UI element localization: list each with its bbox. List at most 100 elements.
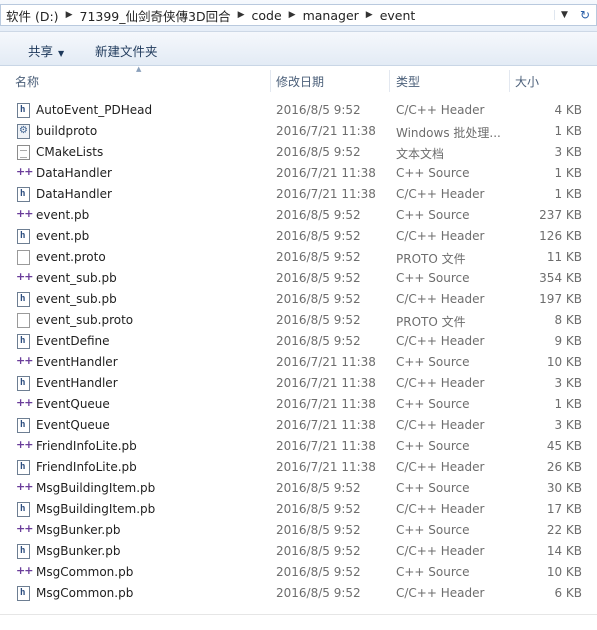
file-date: 2016/8/5 9:52 — [276, 271, 361, 285]
file-row[interactable]: ⚙ buildproto 2016/7/21 11:38 Windows 批处理...… — [0, 121, 597, 142]
breadcrumb-project[interactable]: 71399_仙剑奇侠傳3D回合 — [75, 6, 236, 25]
file-date: 2016/7/21 11:38 — [276, 418, 376, 432]
file-row[interactable]: ++ event.pb 2016/8/5 9:52 C++ Source 237 KB — [0, 205, 597, 226]
file-size: 11 KB — [546, 250, 582, 264]
file-row[interactable]: h FriendInfoLite.pb 2016/7/21 11:38 C/C++ H… — [0, 457, 597, 478]
file-row[interactable]: event.proto 2016/8/5 9:52 PROTO 文件 11 KB — [0, 247, 597, 268]
file-name: AutoEvent_PDHead — [36, 103, 153, 117]
breadcrumb-arrow-icon[interactable]: ▶ — [64, 10, 75, 20]
file-size: 17 KB — [546, 502, 582, 516]
file-name: MsgBunker.pb — [36, 523, 121, 537]
sort-indicator-icon: ▲ — [136, 65, 142, 73]
file-row[interactable]: h MsgBuildingItem.pb 2016/8/5 9:52 C/C++ He… — [0, 499, 597, 520]
column-name[interactable]: 名称 — [15, 73, 39, 90]
file-date: 2016/8/5 9:52 — [276, 250, 361, 264]
file-type: PROTO 文件 — [396, 252, 466, 266]
file-size: 30 KB — [546, 481, 582, 495]
source-file-icon: ++ — [16, 480, 33, 493]
column-divider[interactable] — [509, 70, 510, 92]
file-row[interactable]: ++ event_sub.pb 2016/8/5 9:52 C++ Source 354… — [0, 268, 597, 289]
file-row[interactable]: h EventQueue 2016/7/21 11:38 C/C++ Header 3 … — [0, 415, 597, 436]
file-row[interactable]: ++ EventQueue 2016/7/21 11:38 C++ Source 1 K… — [0, 394, 597, 415]
file-size: 4 KB — [554, 103, 582, 117]
file-name: MsgCommon.pb — [36, 565, 134, 579]
address-dropdown-icon[interactable]: ▼ — [554, 10, 574, 20]
file-row[interactable]: h EventHandler 2016/7/21 11:38 C/C++ Header… — [0, 373, 597, 394]
source-file-icon: ++ — [16, 564, 33, 577]
file-row[interactable]: ++ DataHandler 2016/7/21 11:38 C++ Source 1 … — [0, 163, 597, 184]
file-row[interactable]: ++ MsgBunker.pb 2016/8/5 9:52 C++ Source 22 … — [0, 520, 597, 541]
file-row[interactable]: h MsgBunker.pb 2016/8/5 9:52 C/C++ Header 14… — [0, 541, 597, 562]
file-date: 2016/8/5 9:52 — [276, 565, 361, 579]
breadcrumb-code[interactable]: code — [247, 8, 287, 23]
file-name: event_sub.proto — [36, 313, 134, 327]
file-size: 10 KB — [546, 355, 582, 369]
column-date[interactable]: 修改日期 — [276, 73, 324, 90]
breadcrumb[interactable]: 软件 (D:) ▶ 71399_仙剑奇侠傳3D回合 ▶ code ▶ manag… — [0, 4, 597, 26]
file-row[interactable]: ++ EventHandler 2016/7/21 11:38 C++ Source 1… — [0, 352, 597, 373]
file-name: EventQueue — [36, 418, 110, 432]
share-button[interactable]: 共享 ▼ — [28, 41, 64, 60]
column-divider[interactable] — [389, 70, 390, 92]
file-row[interactable]: h event_sub.pb 2016/8/5 9:52 C/C++ Header 19… — [0, 289, 597, 310]
breadcrumb-arrow-icon[interactable]: ▶ — [236, 10, 247, 20]
file-name: EventQueue — [36, 397, 110, 411]
file-row[interactable]: ++ MsgCommon.pb 2016/8/5 9:52 C++ Source 10 … — [0, 562, 597, 583]
file-row[interactable]: h MsgCommon.pb 2016/8/5 9:52 C/C++ Header 6 … — [0, 583, 597, 604]
text-file-icon — [17, 145, 30, 160]
blank-file-icon — [17, 313, 30, 328]
breadcrumb-manager[interactable]: manager — [298, 8, 364, 23]
file-type: C/C++ Header — [396, 292, 485, 306]
file-type: C++ Source — [396, 523, 470, 537]
file-row[interactable]: ++ MsgBuildingItem.pb 2016/8/5 9:52 C++ Sou… — [0, 478, 597, 499]
file-name: event.pb — [36, 229, 90, 243]
header-file-icon: h — [17, 544, 30, 559]
file-size: 1 KB — [554, 397, 582, 411]
file-size: 10 KB — [546, 565, 582, 579]
file-date: 2016/8/5 9:52 — [276, 313, 361, 327]
file-date: 2016/7/21 11:38 — [276, 187, 376, 201]
file-type: C++ Source — [396, 439, 470, 453]
breadcrumb-drive[interactable]: 软件 (D:) — [1, 6, 64, 25]
horizontal-scroll-area[interactable] — [0, 614, 597, 630]
file-type: C++ Source — [396, 166, 470, 180]
address-bar-area: 软件 (D:) ▶ 71399_仙剑奇侠傳3D回合 ▶ code ▶ manag… — [0, 0, 597, 32]
file-date: 2016/8/5 9:52 — [276, 292, 361, 306]
column-header: ▲ 名称 修改日期 类型 大小 — [0, 65, 597, 94]
new-folder-button[interactable]: 新建文件夹 — [95, 41, 158, 60]
file-row[interactable]: h event.pb 2016/8/5 9:52 C/C++ Header 126 KB — [0, 226, 597, 247]
file-size: 45 KB — [546, 439, 582, 453]
file-row[interactable]: CMakeLists 2016/8/5 9:52 文本文档 3 KB — [0, 142, 597, 163]
breadcrumb-arrow-icon[interactable]: ▶ — [364, 10, 375, 20]
column-type[interactable]: 类型 — [396, 73, 420, 90]
column-size[interactable]: 大小 — [515, 73, 539, 90]
file-row[interactable]: ++ FriendInfoLite.pb 2016/7/21 11:38 C++ So… — [0, 436, 597, 457]
file-size: 1 KB — [554, 124, 582, 138]
batch-file-icon: ⚙ — [17, 124, 30, 139]
file-date: 2016/8/5 9:52 — [276, 523, 361, 537]
source-file-icon: ++ — [16, 165, 33, 178]
header-file-icon: h — [17, 103, 30, 118]
file-row[interactable]: event_sub.proto 2016/8/5 9:52 PROTO 文件 8 KB — [0, 310, 597, 331]
file-name: FriendInfoLite.pb — [36, 439, 137, 453]
file-row[interactable]: h EventDefine 2016/8/5 9:52 C/C++ Header 9 K… — [0, 331, 597, 352]
file-name: MsgBuildingItem.pb — [36, 502, 156, 516]
file-row[interactable]: h DataHandler 2016/7/21 11:38 C/C++ Header 1… — [0, 184, 597, 205]
file-date: 2016/7/21 11:38 — [276, 397, 376, 411]
command-toolbar: 共享 ▼ 新建文件夹 — [0, 32, 597, 66]
file-date: 2016/8/5 9:52 — [276, 208, 361, 222]
file-date: 2016/7/21 11:38 — [276, 355, 376, 369]
file-type: C++ Source — [396, 565, 470, 579]
file-name: EventHandler — [36, 376, 118, 390]
breadcrumb-arrow-icon[interactable]: ▶ — [287, 10, 298, 20]
breadcrumb-event[interactable]: event — [375, 8, 421, 23]
column-divider[interactable] — [270, 70, 271, 92]
file-name: MsgBuildingItem.pb — [36, 481, 156, 495]
refresh-icon[interactable]: ↻ — [574, 8, 596, 22]
file-date: 2016/8/5 9:52 — [276, 229, 361, 243]
file-date: 2016/8/5 9:52 — [276, 544, 361, 558]
header-file-icon: h — [17, 586, 30, 601]
file-type: C/C++ Header — [396, 586, 485, 600]
file-row[interactable]: h AutoEvent_PDHead 2016/8/5 9:52 C/C++ Head… — [0, 100, 597, 121]
file-type: C++ Source — [396, 208, 470, 222]
